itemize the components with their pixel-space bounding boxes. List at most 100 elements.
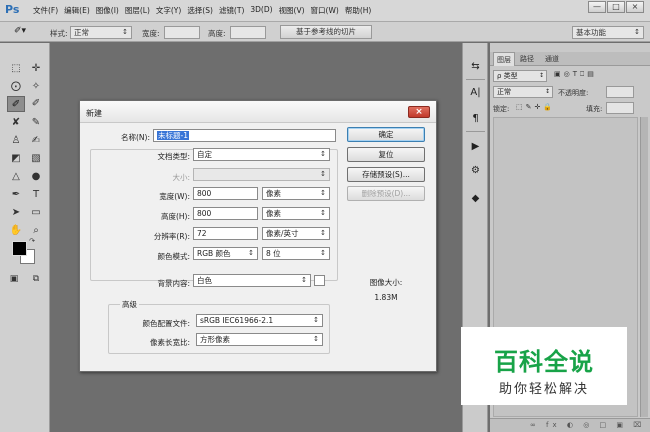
preset-select[interactable]: 自定 ↕ [193,148,330,161]
color-mode-select[interactable]: RGB 颜色 ↕ [193,247,258,260]
ok-button[interactable]: 确定 [347,127,425,142]
blur-tool-icon[interactable]: △ [7,169,25,185]
menu-file[interactable]: 文件(F) [33,5,64,16]
filter-icons[interactable]: ▣◎T⎕▤ [554,70,597,79]
chevron-updown-icon: ↕ [320,150,326,158]
background-select[interactable]: 白色 ↕ [193,274,311,287]
color-profile-label: 颜色配置文件: [142,319,190,328]
color-profile-select[interactable]: sRGB IEC61966-2.1 ↕ [196,314,323,327]
screen-mode-icon[interactable]: ⧉ [27,271,45,287]
menu-view[interactable]: 视图(V) [279,5,311,16]
close-window-button[interactable]: × [626,1,644,13]
advanced-title: 高级 [120,299,139,310]
menu-3d[interactable]: 3D(D) [250,5,278,16]
dialog-close-button[interactable]: × [408,106,430,118]
adjustments-panel-icon[interactable]: ⚙ [466,163,485,179]
lasso-tool-icon[interactable]: ⨀ [7,79,25,95]
preset-label: 文档类型: [157,152,190,161]
resolution-input[interactable]: 72 [193,227,258,240]
eyedropper-alt-icon[interactable]: ✐ [27,96,45,112]
menu-help[interactable]: 帮助(H) [345,5,378,16]
pixel-aspect-select[interactable]: 方形像素 ↕ [196,333,323,346]
menu-type[interactable]: 文字(Y) [156,5,187,16]
character-panel-icon[interactable]: A| [466,85,485,101]
dialog-titlebar[interactable]: 新建 × [80,101,436,123]
healing-brush-icon[interactable]: ✘ [7,115,25,131]
menu-filter[interactable]: 滤镜(T) [219,5,250,16]
type-tool-icon[interactable]: T [27,187,45,203]
workspace-select[interactable]: 基本功能 [572,26,644,39]
hand-tool-icon[interactable]: ✋ [7,223,25,239]
marquee-tool-icon[interactable]: ⬚ [7,61,25,77]
tab-channels[interactable]: 通道 [545,54,559,64]
save-preset-button[interactable]: 存储预设(S)... [347,167,425,182]
name-label: 名称(N): [121,133,150,142]
quick-mask-icon[interactable]: ▣ [5,271,23,287]
brush-tool-icon[interactable]: ✎ [27,115,45,131]
shape-tool-icon[interactable]: ▭ [27,205,45,221]
path-select-icon[interactable]: ➤ [7,205,25,221]
pen-tool-icon[interactable]: ✒ [7,187,25,203]
reset-button[interactable]: 复位 [347,147,425,162]
background-color-chip[interactable] [314,275,325,286]
eyedropper-icon[interactable]: ✐▾ [14,26,26,36]
height-input[interactable]: 800 [193,207,258,220]
history-panel-icon[interactable]: ⇆ [466,59,485,75]
tools-panel: ⬚ ✛ ⨀ ✧ ✐ ✐ ✘ ✎ ♙ ✍ ◩ ▧ △ ● ✒ T ➤ ▭ ✋ ⌕ … [0,43,50,432]
photoshop-logo: Ps [5,3,20,16]
swap-colors-icon[interactable]: ↷ [27,236,37,246]
gradient-tool-icon[interactable]: ▧ [27,151,45,167]
lock-icons[interactable]: ⬚✎✛🔒 [516,103,555,111]
dialog-title: 新建 [86,109,102,118]
width-unit-select[interactable]: 像素 ↕ [262,187,330,200]
height-label: 高度(H): [160,212,190,221]
opacity-input[interactable] [606,86,634,98]
menu-layer[interactable]: 图层(L) [125,5,156,16]
height-unit: 像素 [266,209,281,218]
background-label: 背景内容: [157,279,190,288]
magic-wand-icon[interactable]: ✧ [27,79,45,95]
image-size-label: 图像大小: [369,278,403,287]
minimize-button[interactable]: — [588,1,606,13]
stamp-tool-icon[interactable]: ♙ [7,133,25,149]
watermark-subtitle: 助你轻松解决 [498,382,589,397]
paragraph-panel-icon[interactable]: ¶ [466,111,485,127]
tab-layers[interactable]: 图层 [493,52,515,66]
tab-paths[interactable]: 路径 [520,54,534,64]
3d-panel-icon[interactable]: ◆ [466,191,485,207]
layers-footer-icons[interactable]: ∞ fx ◐ ◎ □ ▣ ⌧ [490,418,650,432]
name-input[interactable]: 未标题-1 [153,129,336,142]
height-unit-select[interactable]: 像素 ↕ [262,207,330,220]
actions-panel-icon[interactable]: ▶ [466,139,485,155]
menu-window[interactable]: 窗口(W) [311,5,345,16]
chevron-updown-icon: ↕ [313,316,319,324]
background-value: 白色 [197,276,212,285]
style-label: 样式: [50,29,68,38]
fill-input[interactable] [606,102,634,114]
maximize-button[interactable]: □ [607,1,625,13]
menu-select[interactable]: 选择(S) [187,5,219,16]
menu-image[interactable]: 图像(I) [96,5,125,16]
eyedropper-tool-icon[interactable]: ✐ [7,96,25,112]
delete-preset-button[interactable]: 删除预设(D)... [347,186,425,201]
slices-from-guides-button[interactable]: 基于参考线的切片 [280,25,372,39]
move-tool-icon[interactable]: ✛ [27,61,45,77]
dodge-tool-icon[interactable]: ● [27,169,45,185]
layers-scrollbar[interactable] [640,117,648,417]
width-input[interactable] [164,26,200,39]
preset-value: 自定 [197,150,212,159]
menu-edit[interactable]: 编辑(E) [64,5,96,16]
style-select[interactable]: 正常 [70,26,132,39]
layer-kind-filter[interactable]: ρ 类型 [493,70,547,82]
height-input[interactable] [230,26,266,39]
history-brush-icon[interactable]: ✍ [27,133,45,149]
blend-mode-select[interactable]: 正常 [493,86,553,98]
resolution-unit-select[interactable]: 像素/英寸 ↕ [262,227,330,240]
bit-depth-select[interactable]: 8 位 ↕ [262,247,330,260]
width-input[interactable]: 800 [193,187,258,200]
pixel-aspect-label: 像素长宽比: [149,338,190,347]
foreground-color-swatch[interactable] [12,241,27,256]
width-label: 宽度: [142,29,160,38]
size-select[interactable]: ↕ [193,168,330,181]
eraser-tool-icon[interactable]: ◩ [7,151,25,167]
